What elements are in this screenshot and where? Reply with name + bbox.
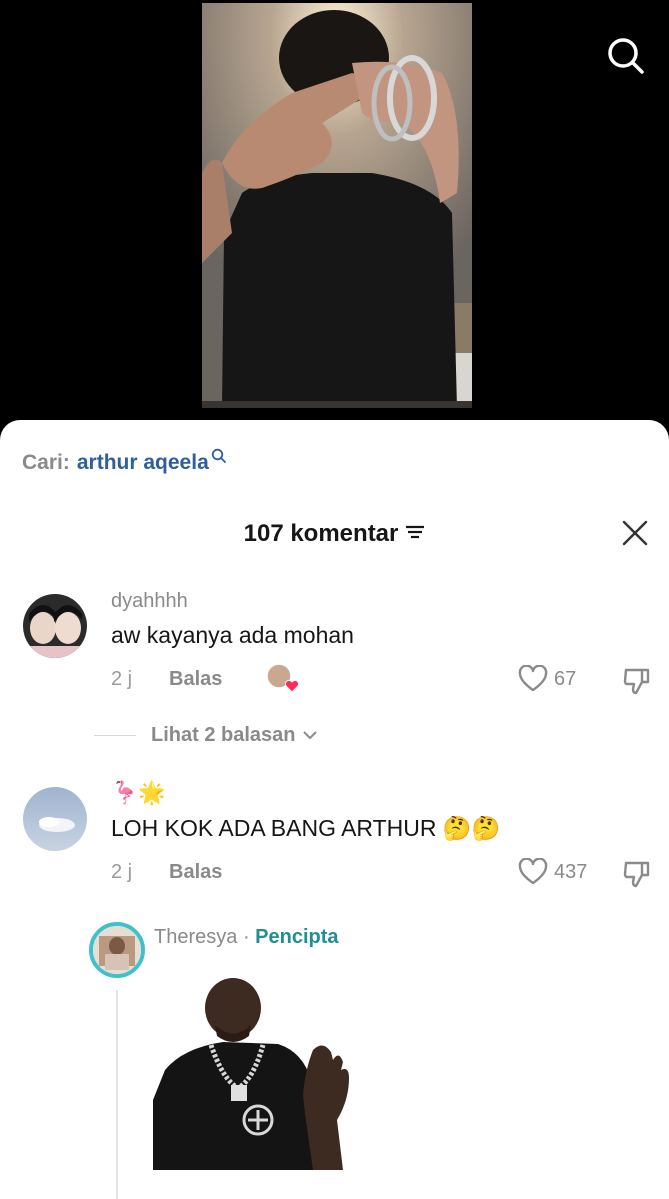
comment-timestamp: 2 j xyxy=(111,861,133,883)
comment-text: aw kayanya ada mohan xyxy=(111,622,354,648)
comment-timestamp: 2 j xyxy=(111,668,133,690)
reply-button[interactable]: Balas xyxy=(169,668,222,691)
view-replies-label: Lihat 2 balasan xyxy=(151,724,296,746)
like-count: 437 xyxy=(554,860,588,883)
related-search-link[interactable]: Cari: arthur aqeela xyxy=(22,448,227,475)
like-button[interactable]: 437 xyxy=(518,858,587,886)
related-search-prefix: Cari: xyxy=(22,451,70,474)
dislike-icon[interactable] xyxy=(622,666,652,701)
chevron-down-icon xyxy=(302,724,318,747)
creator-avatar[interactable] xyxy=(89,922,145,978)
reply-username[interactable]: Theresya xyxy=(154,926,237,948)
view-replies-button[interactable]: Lihat 2 balasan xyxy=(94,724,318,747)
comment-username[interactable]: dyahhhh xyxy=(111,590,188,613)
small-search-icon xyxy=(211,446,227,470)
video-image xyxy=(202,3,472,408)
avatar[interactable] xyxy=(23,787,87,851)
reply-thread-line xyxy=(116,990,118,1199)
dislike-icon[interactable] xyxy=(622,859,652,894)
close-icon[interactable] xyxy=(620,518,650,548)
comment-count: 107 komentar xyxy=(243,520,399,547)
heart-icon[interactable] xyxy=(518,858,548,886)
separator-dot: · xyxy=(242,926,250,948)
avatar[interactable] xyxy=(23,594,87,658)
comments-header: 107 komentar xyxy=(0,516,669,552)
heart-icon[interactable] xyxy=(518,665,548,693)
like-button[interactable]: 67 xyxy=(518,665,576,693)
comment-text: LOH KOK ADA BANG ARTHUR 🤔🤔 xyxy=(111,815,501,841)
comments-sheet: Cari: arthur aqeela 107 komentar dyahhhh… xyxy=(0,420,669,1199)
reply-sticker-image[interactable] xyxy=(153,970,357,1170)
video-thumbnail[interactable] xyxy=(202,3,472,408)
like-count: 67 xyxy=(554,667,577,690)
reply-username-line: Theresya · Pencipta xyxy=(154,926,339,949)
reply-button[interactable]: Balas xyxy=(169,861,222,884)
creator-badge: Pencipta xyxy=(255,926,339,948)
creator-liked-icon xyxy=(266,662,302,694)
divider xyxy=(94,735,136,736)
search-icon[interactable] xyxy=(604,34,648,78)
sort-icon[interactable] xyxy=(405,520,425,548)
video-player[interactable] xyxy=(0,0,669,440)
related-search-keyword[interactable]: arthur aqeela xyxy=(77,451,209,475)
comment-username[interactable]: 🦩🌟 xyxy=(111,780,166,806)
